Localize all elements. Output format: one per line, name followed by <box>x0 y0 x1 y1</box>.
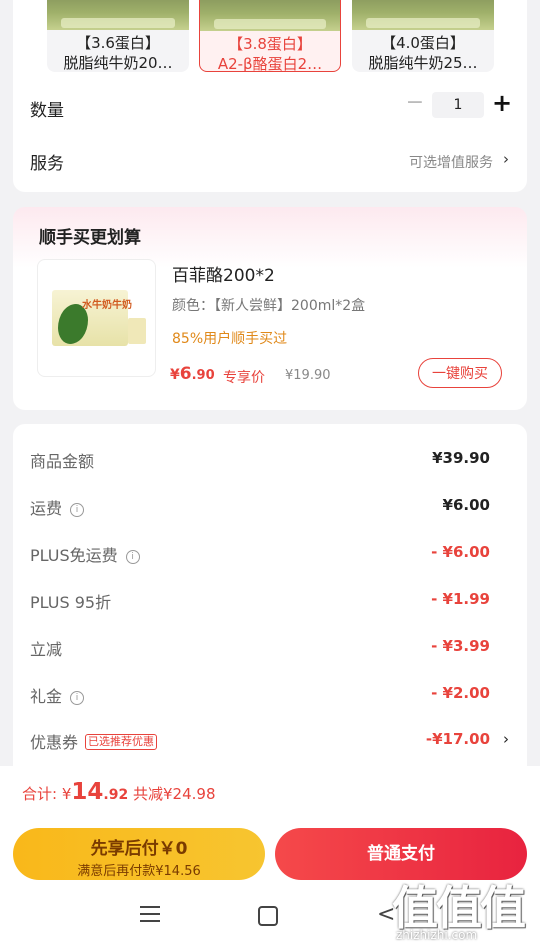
info-icon[interactable]: i <box>70 503 85 517</box>
spec-thumbnail <box>47 0 189 30</box>
total-line: 合计: ¥14.92 共减¥24.98 <box>22 779 216 805</box>
watermark-url: zhizhizhi.com <box>396 928 478 942</box>
spec-option-2-selected[interactable]: 【3.8蛋白】 A2-β酪蛋白2… <box>199 0 341 72</box>
summary-row-subtotal: 商品金额 ¥39.90 <box>13 448 527 472</box>
pay-later-button[interactable]: 先享后付￥0 满意后再付款¥14.56 <box>13 828 265 880</box>
summary-label: 商品金额 <box>30 452 95 471</box>
summary-value: - ¥1.99 <box>431 590 490 608</box>
price-decimal: .90 <box>191 368 215 383</box>
price-integer: 6 <box>179 364 192 384</box>
product-image-text: 水牛奶牛奶 <box>82 300 132 311</box>
spec-option-title: 【4.0蛋白】 <box>381 34 465 52</box>
summary-label: PLUS 95折 <box>30 593 112 612</box>
chevron-right-icon[interactable]: › <box>503 150 509 168</box>
coupon-recommended-badge: 已选推荐优惠 <box>85 734 158 750</box>
info-icon[interactable]: i <box>70 691 85 705</box>
total-integer: 14 <box>71 779 104 805</box>
addon-price: ¥6.90 <box>170 364 215 384</box>
original-price: ¥19.90 <box>285 368 331 383</box>
spec-thumbnail <box>200 0 340 31</box>
summary-row-plus-discount: PLUS 95折 - ¥1.99 <box>13 589 527 613</box>
summary-label: 优惠券 已选推荐优惠 <box>30 729 158 753</box>
spec-option-name: 脱脂纯牛奶20… <box>63 54 173 72</box>
total-currency: ¥ <box>61 785 72 803</box>
spec-option-name: 脱脂纯牛奶25… <box>368 54 478 72</box>
addon-product-name[interactable]: 百菲酪200*2 <box>172 261 275 286</box>
pay-later-title: 先享后付￥0 <box>90 839 188 859</box>
summary-value: - ¥2.00 <box>431 684 490 702</box>
exclusive-price-tag: 专享价 <box>223 370 265 386</box>
chevron-right-icon[interactable]: › <box>503 730 509 748</box>
watermark: 值值值 zhizhizhi.com <box>392 872 532 944</box>
addon-recommendation-card: 顺手买更划算 水牛奶牛奶 百菲酪200*2 颜色：【新人尝鲜】200ml*2盒 … <box>13 207 527 410</box>
info-icon[interactable]: i <box>125 550 140 564</box>
summary-label: 礼金 i <box>30 683 85 707</box>
addon-product-image[interactable]: 水牛奶牛奶 <box>37 259 156 377</box>
price-summary-card: 商品金额 ¥39.90 运费 i ¥6.00 PLUS免运费 i - ¥6.00 P… <box>13 424 527 804</box>
summary-row-coupon[interactable]: 优惠券 已选推荐优惠 -¥17.00 › <box>13 729 527 753</box>
quantity-label: 数量 <box>30 101 64 121</box>
spec-thumbnail <box>352 0 494 30</box>
product-options-card: 【3.6蛋白】 脱脂纯牛奶20… 【3.8蛋白】 A2-β酪蛋白2… 【4.0蛋… <box>13 0 527 192</box>
summary-value: ¥6.00 <box>442 496 490 514</box>
quantity-input[interactable]: 1 <box>432 92 484 118</box>
service-hint[interactable]: 可选增值服务 <box>409 152 493 172</box>
total-saved: 共减¥24.98 <box>133 785 216 803</box>
summary-label: 运费 i <box>30 495 85 519</box>
addon-product-variant: 颜色：【新人尝鲜】200ml*2盒 <box>172 298 366 314</box>
summary-value: -¥17.00 <box>425 730 490 748</box>
one-click-buy-button[interactable]: 一键购买 <box>418 358 502 388</box>
addon-popularity-text: 85%用户顺手买过 <box>172 331 288 347</box>
home-icon[interactable] <box>258 906 278 926</box>
quantity-decrease-button[interactable]: − <box>404 90 426 116</box>
spec-option-title: 【3.8蛋白】 <box>228 35 312 53</box>
summary-row-instant-discount: 立减 - ¥3.99 <box>13 636 527 660</box>
service-label: 服务 <box>30 154 64 174</box>
summary-value: - ¥3.99 <box>431 637 490 655</box>
summary-row-gift-money: 礼金 i - ¥2.00 <box>13 683 527 707</box>
summary-row-plus-free-shipping: PLUS免运费 i - ¥6.00 <box>13 542 527 566</box>
addon-section-title: 顺手买更划算 <box>39 228 141 248</box>
spec-option-name: A2-β酪蛋白2… <box>217 55 323 72</box>
spec-option-3[interactable]: 【4.0蛋白】 脱脂纯牛奶25… <box>352 0 494 72</box>
summary-value: - ¥6.00 <box>431 543 490 561</box>
summary-row-shipping: 运费 i ¥6.00 <box>13 495 527 519</box>
spec-option-1[interactable]: 【3.6蛋白】 脱脂纯牛奶20… <box>47 0 189 72</box>
summary-value: ¥39.90 <box>432 449 490 467</box>
pay-later-subtitle: 满意后再付款¥14.56 <box>77 864 201 879</box>
total-label: 合计: <box>22 785 58 803</box>
quantity-increase-button[interactable]: + <box>491 88 513 118</box>
total-decimal: .92 <box>103 787 129 803</box>
menu-icon[interactable] <box>140 906 160 922</box>
summary-label: 立减 <box>30 640 63 659</box>
summary-label: PLUS免运费 i <box>30 542 140 566</box>
price-currency: ¥ <box>170 367 180 383</box>
small-carton-graphic <box>128 318 146 344</box>
spec-option-title: 【3.6蛋白】 <box>76 34 160 52</box>
